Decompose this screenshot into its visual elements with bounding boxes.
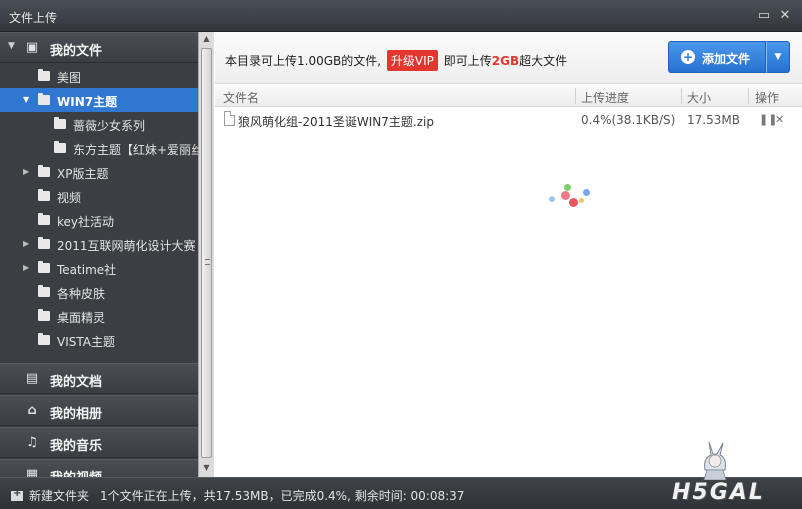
tree-item-label: 桌面精灵 (57, 311, 106, 325)
collapse-triangle-icon[interactable]: ▼ (8, 41, 15, 51)
section-my-docs[interactable]: ▤ 我的文档 (0, 363, 198, 394)
section-label: 我的文档 (50, 375, 103, 390)
tree-item-label: key社活动 (57, 215, 115, 229)
folder-icon (38, 285, 50, 297)
expand-triangle-icon[interactable]: ▶ (23, 263, 29, 272)
document-icon: ▤ (25, 371, 39, 386)
expand-triangle-icon[interactable]: ▶ (23, 239, 29, 248)
collapse-triangle-icon[interactable]: ▼ (23, 95, 29, 104)
sidebar-tree-item[interactable]: 桌面精灵 (0, 304, 198, 328)
folder-icon (38, 237, 50, 249)
quota-text-middle: 即可上传 (443, 54, 492, 68)
sidebar-tree-item[interactable]: ▼ WIN7主题 (0, 88, 198, 112)
restore-window-button[interactable]: ▭ (756, 8, 772, 24)
sidebar-tree-item[interactable]: VISTA主题 (0, 328, 198, 352)
add-file-dropdown-button[interactable]: ▼ (766, 41, 790, 73)
new-folder-label: 新建文件夹 (29, 489, 90, 503)
section-my-videos[interactable]: ▦ 我的视频 (0, 459, 198, 477)
column-name[interactable]: 文件名 (223, 89, 259, 106)
folder-icon (54, 117, 66, 129)
tree-item-label: 2011互联网萌化设计大赛 (57, 239, 196, 253)
folder-icon (38, 69, 50, 81)
sidebar-tree-item[interactable]: 蔷薇少女系列 (0, 112, 198, 136)
tree-item-label: Teatime社 (57, 263, 117, 277)
new-folder-button[interactable]: 新建文件夹 (11, 487, 89, 504)
watermark-logo: H5GAL (672, 480, 765, 505)
sidebar-tree-item[interactable]: 各种皮肤 (0, 280, 198, 304)
scrollbar-thumb[interactable] (201, 48, 212, 458)
tree-item-label: 各种皮肤 (57, 287, 106, 301)
folder-icon (38, 93, 50, 105)
quota-message: 本目录可上传1.00GB的文件, 升级VIP 即可上传2GB超大文件 (225, 50, 567, 71)
quota-text-after: 超大文件 (519, 54, 568, 68)
sidebar-tree-item[interactable]: 美图 (0, 64, 198, 88)
section-label: 我的视频 (50, 467, 102, 477)
music-note-icon: ♫ (26, 435, 38, 450)
mascot-icon (703, 441, 727, 480)
photo-album-icon: ⌂ (27, 403, 37, 418)
scroll-up-icon[interactable]: ▲ (199, 32, 214, 46)
column-size[interactable]: 大小 (687, 89, 711, 106)
loading-spinner-icon (547, 184, 597, 212)
section-my-albums[interactable]: ⌂ 我的相册 (0, 395, 198, 426)
tree-item-label: 视频 (57, 191, 82, 205)
tree-item-label: 蔷薇少女系列 (73, 119, 146, 133)
upgrade-vip-badge[interactable]: 升级VIP (386, 50, 438, 71)
upload-progress: 0.4%(38.1KB/S) (581, 113, 676, 127)
section-my-music[interactable]: ♫ 我的音乐 (0, 427, 198, 458)
tree-item-label: WIN7主题 (57, 95, 118, 109)
section-label: 我的音乐 (50, 439, 103, 454)
sidebar-scrollbar[interactable]: ▲ ▼ (198, 32, 214, 477)
file-size: 17.53MB (687, 113, 740, 127)
title-bar: 文件上传 ▭ ✕ (0, 0, 802, 32)
sidebar-tree-item[interactable]: ▶ XP版主题 (0, 160, 198, 184)
info-bar: 本目录可上传1.00GB的文件, 升级VIP 即可上传2GB超大文件 + 添加文… (215, 32, 802, 84)
add-file-button[interactable]: + 添加文件 (668, 41, 766, 73)
film-icon: ▦ (25, 467, 39, 478)
add-file-label: 添加文件 (702, 52, 751, 66)
table-row[interactable]: 狼风萌化组-2011圣诞WIN7主题.zip 0.4%(38.1KB/S) 17… (215, 108, 802, 132)
tree-item-label: VISTA主题 (57, 335, 115, 349)
sidebar: ▼ ▣ 我的文件 美图 ▼ WIN7主题蔷薇少女系列东方主题【红妹+爱丽丝 ▶ XP版主… (0, 32, 214, 477)
tree-item-label: 美图 (57, 71, 82, 85)
expand-triangle-icon[interactable]: ▶ (23, 167, 29, 176)
sidebar-tree-item[interactable]: key社活动 (0, 208, 198, 232)
file-name: 狼风萌化组-2011圣诞WIN7主题.zip (238, 115, 434, 129)
folder-icon (38, 165, 50, 177)
quota-highlight: 2GB (491, 54, 520, 68)
sidebar-tree-item[interactable]: ▶ 2011互联网萌化设计大赛 (0, 232, 198, 256)
section-label: 我的相册 (50, 407, 103, 422)
column-header: 文件名 上传进度 大小 操作 (215, 85, 802, 107)
tree-item-label: XP版主题 (57, 167, 109, 181)
sidebar-tree-item[interactable]: 视频 (0, 184, 198, 208)
file-icon (224, 111, 235, 126)
folder-icon (38, 213, 50, 225)
new-folder-icon (11, 488, 23, 501)
section-label: 我的文件 (50, 44, 103, 59)
briefcase-icon: ▣ (25, 40, 39, 55)
status-bar: 新建文件夹 1个文件正在上传，共17.53MB，已完成0.4%, 剩余时间: 0… (0, 477, 802, 509)
folder-icon (54, 141, 66, 153)
upload-panel: 本目录可上传1.00GB的文件, 升级VIP 即可上传2GB超大文件 + 添加文… (215, 32, 802, 477)
folder-icon (38, 261, 50, 273)
scroll-down-icon[interactable]: ▼ (199, 461, 214, 475)
chevron-down-icon: ▼ (774, 52, 782, 62)
upload-status-text: 1个文件正在上传，共17.53MB，已完成0.4%, 剩余时间: 00:08:3… (100, 489, 465, 503)
cancel-icon[interactable]: ✕ (775, 113, 784, 126)
column-progress[interactable]: 上传进度 (581, 89, 629, 106)
tree-item-label: 东方主题【红妹+爱丽丝 (73, 143, 204, 157)
close-window-button[interactable]: ✕ (777, 8, 793, 24)
folder-icon (38, 309, 50, 321)
plus-icon: + (681, 50, 695, 64)
section-my-files[interactable]: ▼ ▣ 我的文件 (0, 32, 198, 63)
folder-icon (38, 333, 50, 345)
column-action[interactable]: 操作 (755, 89, 779, 106)
window-title: 文件上传 (9, 11, 58, 25)
quota-text: 本目录可上传1.00GB的文件, (225, 54, 382, 68)
sidebar-tree-item[interactable]: 东方主题【红妹+爱丽丝 (0, 136, 203, 160)
folder-icon (38, 189, 50, 201)
sidebar-tree-item[interactable]: ▶ Teatime社 (0, 256, 198, 280)
